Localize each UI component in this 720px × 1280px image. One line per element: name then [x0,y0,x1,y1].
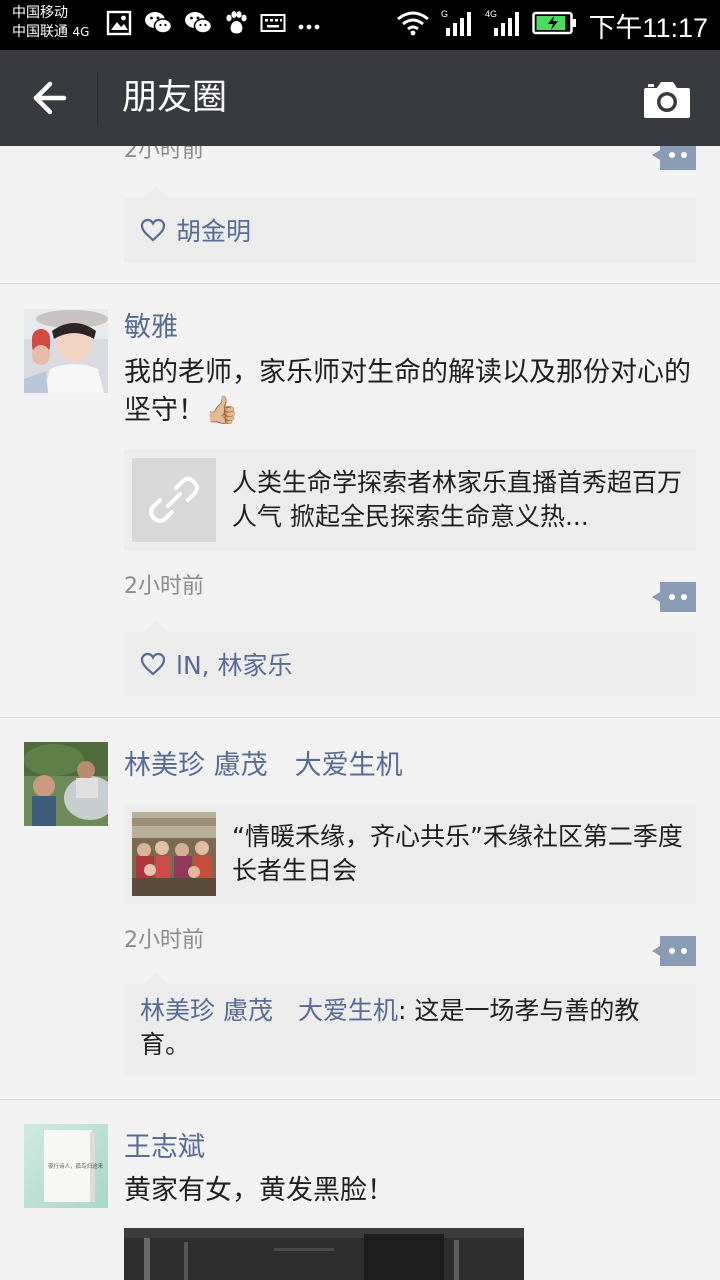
carrier-2: 中国联通 [12,24,68,40]
moments-feed[interactable]: 2小时前 胡金明 敏雅 我的老师，家乐师对生命的解读以及那份对心的坚守！👍🏼 人… [0,146,720,1280]
comment-author[interactable]: 林美珍 慮茂 大爱生机 [140,996,398,1025]
link-thumbnail [132,458,216,542]
poster-name[interactable]: 敏雅 [124,310,178,346]
comment-item[interactable]: 林美珍 慮茂 大爱生机: 这是一场孝与善的教育。 [140,994,680,1062]
comments-box-arrow [144,972,168,984]
comment-button[interactable] [652,146,696,170]
comment-button[interactable] [652,582,696,612]
status-bar: 中国移动 中国联通 4G G 4G 下午11:17 [0,0,720,50]
notification-icons [106,10,320,40]
battery-icon [532,11,578,39]
moment-post: 林美珍 慮茂 大爱生机 “情暖禾缘，齐心共乐”禾缘社区第二季度长者生日会 2小时… [0,718,720,1100]
wechat-icon [184,10,213,40]
carrier-2-network: 4G [72,25,90,39]
post-photo[interactable] [124,1228,524,1280]
header-divider [97,72,98,124]
likes-names[interactable]: 胡金明 [176,212,251,248]
likes-row: lN, 林家乐 [140,646,293,682]
heart-icon [140,218,166,242]
keyboard-icon [260,12,286,38]
likes-box: lN, 林家乐 [124,620,696,696]
post-time: 2小时前 [124,928,204,953]
moment-post: 夜行诗人，孤鸟归途来 王志斌 黄家有女，黄发黑脸！ [0,1100,720,1280]
image-icon [106,10,132,40]
likes-names[interactable]: lN, 林家乐 [176,646,293,682]
carrier-1: 中国移动 [12,5,68,21]
avatar[interactable] [24,309,108,393]
poster-name[interactable]: 王志斌 [124,1130,205,1166]
clock: 下午11:17 [588,12,708,43]
top-bar: 朋友圈 [0,50,720,146]
paw-icon [224,10,248,40]
poster-name[interactable]: 林美珍 慮茂 大爱生机 [124,748,403,784]
likes-box-arrow [144,186,168,198]
likes-box: 胡金明 [124,186,696,262]
moment-post: 敏雅 我的老师，家乐师对生命的解读以及那份对心的坚守！👍🏼 人类生命学探索者林家… [0,284,720,718]
link-title: 人类生命学探索者林家乐直播首秀超百万人气 掀起全民探索生命意义热... [232,468,683,531]
avatar-book-text: 夜行诗人，孤鸟归途来 [48,1162,104,1170]
comment-button[interactable] [652,936,696,966]
comment-icon [652,582,696,612]
signal-icon: G [440,8,474,42]
signal-icon: 4G [484,8,522,42]
comment-icon [652,146,696,170]
back-button[interactable] [20,74,76,122]
thumbs-up-emoji: 👍🏼 [205,395,239,426]
shared-link-card[interactable]: 人类生命学探索者林家乐直播首秀超百万人气 掀起全民探索生命意义热... [124,450,696,550]
system-status: G 4G 下午11:17 [396,6,708,44]
wifi-icon [396,10,430,40]
post-text: 我的老师，家乐师对生命的解读以及那份对心的坚守！👍🏼 [124,354,699,430]
camera-button[interactable] [642,78,692,120]
likes-row: 胡金明 [140,212,251,248]
svg-text:G: G [441,9,448,19]
back-arrow-icon [33,81,67,115]
link-thumbnail [132,812,216,896]
link-title: “情暖禾缘，齐心共乐”禾缘社区第二季度长者生日会 [232,822,683,885]
more-notifications-icon [298,16,320,35]
carrier-info: 中国移动 中国联通 4G [12,4,89,42]
camera-icon [644,82,690,118]
wechat-icon [144,10,173,40]
svg-text:4G: 4G [485,9,497,19]
avatar[interactable]: 夜行诗人，孤鸟归途来 [24,1124,108,1208]
link-icon [132,458,216,542]
shared-link-card[interactable]: “情暖禾缘，齐心共乐”禾缘社区第二季度长者生日会 [124,804,696,904]
likes-box-arrow [144,620,168,632]
comments-box: 林美珍 慮茂 大爱生机: 这是一场孝与善的教育。 [124,972,696,1076]
post-time: 2小时前 [124,146,204,163]
heart-icon [140,652,166,676]
page-title: 朋友圈 [122,78,228,118]
comment-icon [652,936,696,966]
post-time: 2小时前 [124,574,204,599]
post-text: 黄家有女，黄发黑脸！ [124,1175,394,1206]
avatar[interactable] [24,742,108,826]
moment-post: 2小时前 胡金明 [0,146,720,284]
